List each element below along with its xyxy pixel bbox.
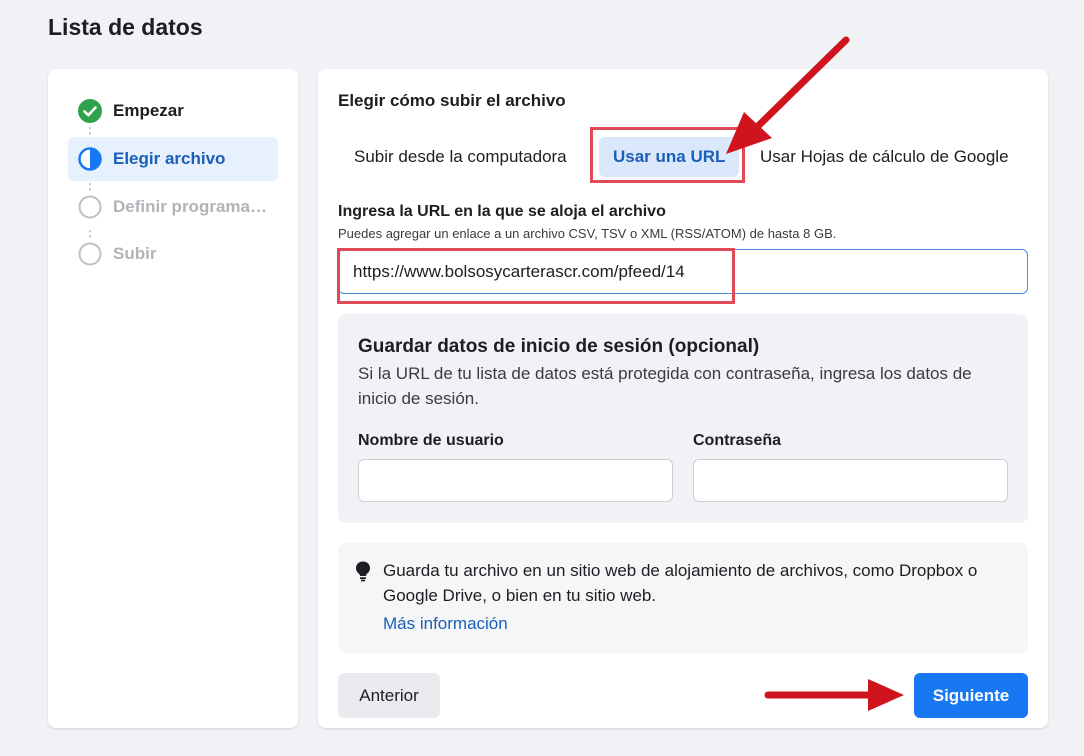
step-label: Elegir archivo xyxy=(113,149,226,168)
step-empezar[interactable]: Empezar xyxy=(68,89,278,133)
password-label: Contraseña xyxy=(693,432,782,449)
login-description: Si la URL de tu lista de datos está prot… xyxy=(358,364,972,408)
next-button[interactable]: Siguiente xyxy=(914,673,1028,718)
url-field-help: Puedes agregar un enlace a un archivo CS… xyxy=(338,226,837,241)
username-input[interactable] xyxy=(358,459,673,502)
previous-button[interactable]: Anterior xyxy=(338,673,440,718)
lightbulb-icon xyxy=(356,561,370,582)
step-label: Subir xyxy=(113,244,157,263)
empty-circle-icon xyxy=(78,242,102,266)
steps-panel: Empezar Elegir archivo Definir programac… xyxy=(48,69,298,728)
step-definir-programacion[interactable]: Definir programación xyxy=(68,185,278,229)
step-elegir-archivo[interactable]: Elegir archivo xyxy=(68,137,278,181)
tab-upload-computer[interactable]: Subir desde la computadora xyxy=(354,137,567,177)
check-circle-icon xyxy=(78,99,102,123)
tip-text: Guarda tu archivo en un sitio web de alo… xyxy=(383,561,978,605)
login-section: Guardar datos de inicio de sesión (opcio… xyxy=(338,314,1028,523)
login-title: Guardar datos de inicio de sesión (opcio… xyxy=(358,336,760,357)
step-subir[interactable]: Subir xyxy=(68,232,278,276)
url-input[interactable] xyxy=(338,249,1028,294)
page-title: Lista de datos xyxy=(48,14,203,40)
tab-google-sheets[interactable]: Usar Hojas de cálculo de Google xyxy=(760,137,1009,177)
empty-circle-icon xyxy=(78,195,102,219)
step-label: Definir programación xyxy=(113,197,273,216)
step-label: Empezar xyxy=(113,101,184,120)
url-field-label: Ingresa la URL en la que se aloja el arc… xyxy=(338,203,666,220)
tip-section: Guarda tu archivo en un sitio web de alo… xyxy=(338,543,1028,653)
half-circle-icon xyxy=(78,147,102,171)
password-input[interactable] xyxy=(693,459,1008,502)
username-label: Nombre de usuario xyxy=(358,432,504,449)
more-info-link[interactable]: Más información xyxy=(383,614,508,634)
upload-card: Elegir cómo subir el archivo Subir desde… xyxy=(318,69,1048,728)
section-title: Elegir cómo subir el archivo xyxy=(338,91,566,110)
tab-use-url[interactable]: Usar una URL xyxy=(599,137,740,177)
